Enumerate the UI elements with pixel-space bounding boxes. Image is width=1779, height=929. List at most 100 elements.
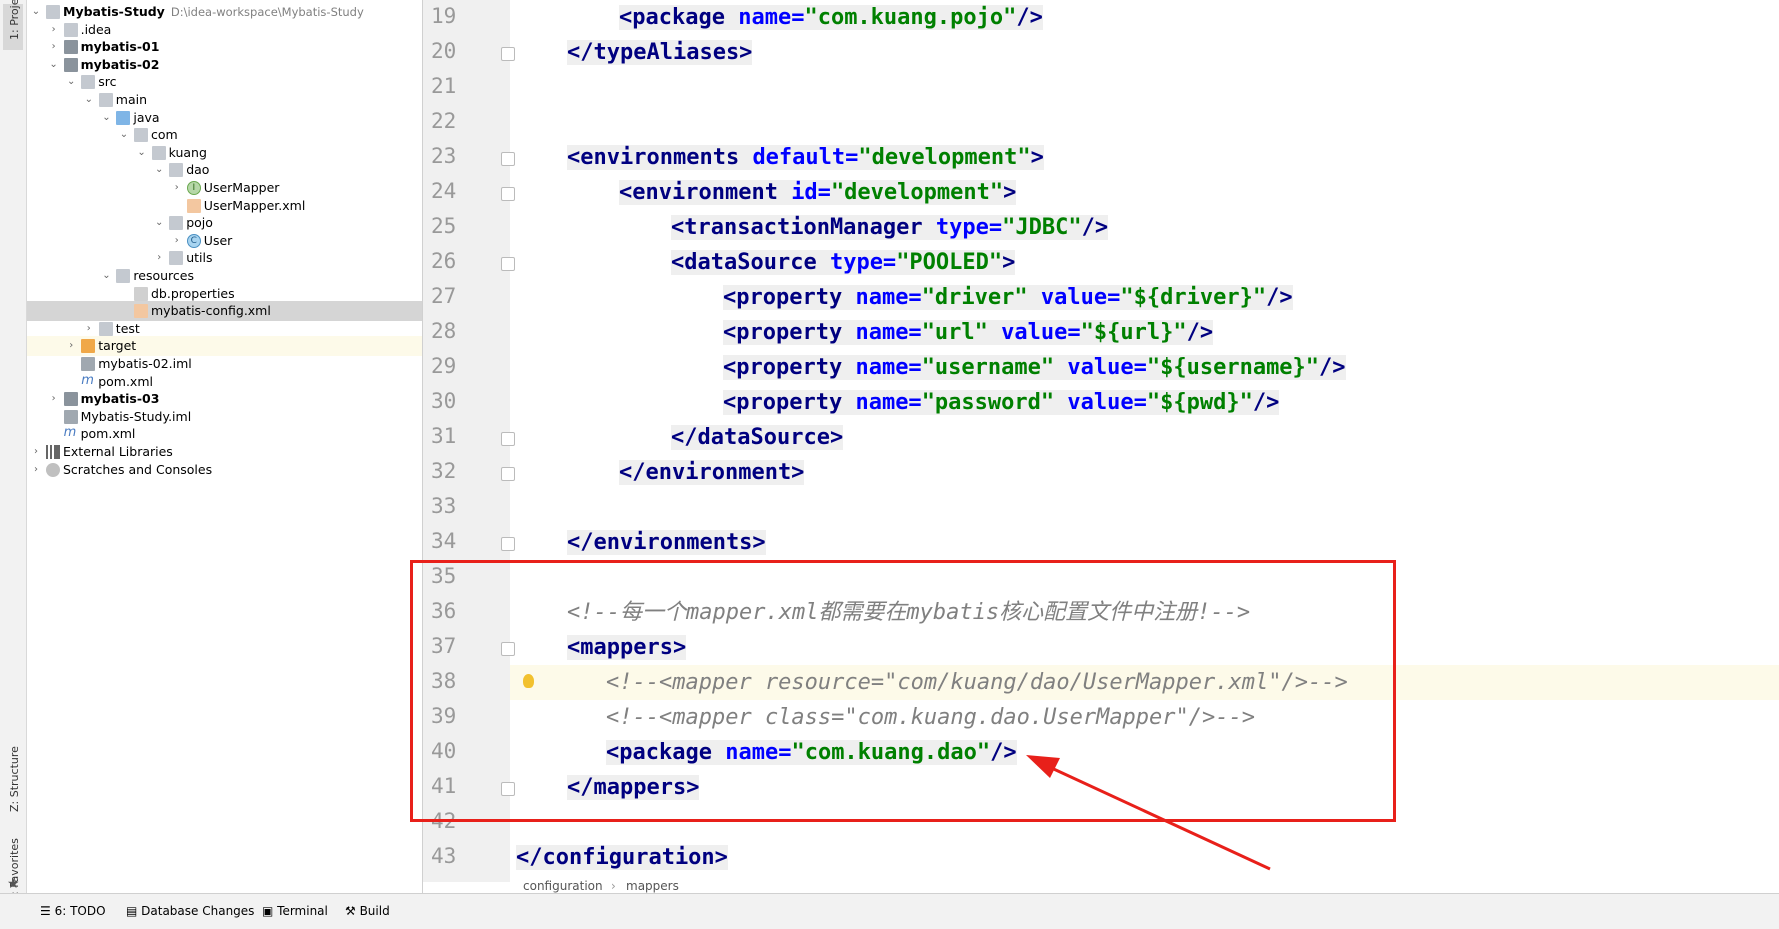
line-number: 28 (431, 319, 457, 343)
code-line[interactable]: <environments default="development"> (567, 140, 1044, 175)
code-token: name= (855, 390, 922, 415)
package-icon (169, 251, 184, 266)
bottom-tool-bar: ☰ 6: TODO ▤ Database Changes ▣ Terminal … (0, 893, 1779, 929)
code-line[interactable]: <property name="url" value="${url}"/> (723, 315, 1214, 350)
code-line[interactable]: </typeAliases> (567, 35, 753, 70)
code-token: name= (738, 5, 805, 30)
package-icon (169, 163, 184, 178)
code-token: "${pwd}" (1146, 390, 1253, 415)
left-tool-strip: 1: Project Z: Structure 2: Favorites ★ (0, 0, 27, 902)
chevron-right-icon: › (611, 879, 616, 893)
structure-tab-label[interactable]: Z: Structure (8, 746, 21, 812)
todo-tab[interactable]: ☰ 6: TODO (40, 904, 106, 918)
code-token: /> (1252, 390, 1280, 415)
code-token: /> (1081, 215, 1109, 240)
line-number: 26 (431, 249, 457, 273)
database-changes-tab[interactable]: ▤ Database Changes (126, 904, 254, 918)
folder-res-icon (116, 269, 131, 283)
class-icon: C (186, 233, 201, 248)
project-tab-label[interactable]: 1: Project (8, 0, 21, 40)
build-tab[interactable]: ⚒ Build (345, 904, 390, 918)
star-icon: ★ (7, 876, 20, 892)
code-line[interactable]: <environment id="development"> (619, 175, 1017, 210)
folder-icon (98, 321, 113, 336)
folder-icon (98, 93, 113, 107)
code-token: /> (1186, 320, 1214, 345)
code-line[interactable]: </configuration> (516, 840, 728, 875)
package-icon (169, 216, 184, 231)
code-token: name= (855, 285, 922, 310)
code-line[interactable]: <package name="com.kuang.pojo"/> (619, 0, 1043, 35)
code-token: "POOLED" (896, 250, 1003, 275)
maven-icon: m (63, 425, 77, 441)
code-token: name= (855, 355, 922, 380)
code-token: /> (1319, 355, 1346, 380)
code-token: <property (723, 355, 856, 380)
code-line[interactable]: <dataSource type="POOLED"> (671, 245, 1016, 280)
folder-blue-icon (116, 110, 131, 125)
code-line[interactable]: </environments> (567, 525, 766, 560)
line-number: 29 (431, 354, 457, 378)
iml-icon (63, 409, 78, 424)
code-line[interactable]: <transactionManager type="JDBC"/> (671, 210, 1109, 245)
iml-icon (81, 357, 96, 371)
code-token: > (1003, 180, 1017, 205)
code-token: </environment> (619, 460, 805, 485)
code-token: type= (935, 215, 1003, 240)
fold-marker-icon[interactable] (501, 257, 515, 271)
code-line[interactable]: </dataSource> (671, 420, 844, 455)
package-icon (134, 128, 148, 143)
folder-icon (81, 75, 96, 90)
fold-marker-icon[interactable] (501, 47, 515, 61)
code-token: value= (1054, 390, 1147, 415)
interface-icon: I (186, 181, 201, 195)
package-icon (151, 145, 166, 160)
code-token: <property (723, 390, 856, 415)
code-token: name= (855, 320, 922, 345)
code-token: value= (1027, 285, 1121, 310)
chevron-right-icon[interactable]: › (31, 460, 41, 480)
code-token: /> (1016, 5, 1043, 30)
code-token: <environment (619, 180, 792, 205)
code-token: </typeAliases> (567, 40, 753, 65)
code-token: <environments (567, 145, 753, 170)
project-path: D:\idea-workspace\Mybatis-Study (170, 5, 364, 19)
module-icon (63, 40, 78, 55)
code-token: "development" (830, 180, 1004, 205)
line-number: 25 (431, 214, 457, 238)
code-token: "username" (921, 355, 1055, 380)
code-line[interactable]: </environment> (619, 455, 805, 490)
code-line[interactable]: <property name="username" value="${usern… (723, 350, 1346, 385)
tree-item-label: Scratches and Consoles (63, 461, 213, 477)
code-line[interactable]: <property name="driver" value="${driver}… (723, 280, 1293, 315)
line-number: 19 (431, 4, 457, 28)
fold-marker-icon[interactable] (501, 467, 515, 481)
breadcrumb: configuration › mappers (423, 879, 1779, 893)
folder-icon (63, 22, 78, 37)
fold-marker-icon[interactable] (501, 152, 515, 166)
module-icon (63, 392, 78, 407)
line-number: 27 (431, 284, 457, 308)
properties-icon (134, 286, 148, 301)
code-token: type= (829, 250, 897, 275)
line-number: 33 (431, 494, 457, 518)
module-icon (63, 57, 78, 72)
line-number: 43 (431, 844, 457, 868)
code-token: </dataSource> (671, 425, 844, 450)
fold-marker-icon[interactable] (501, 432, 515, 446)
terminal-tab[interactable]: ▣ Terminal (262, 904, 328, 918)
code-token: default= (752, 145, 859, 170)
code-token: /> (1266, 285, 1293, 310)
line-number: 21 (431, 74, 457, 98)
breadcrumb-item-mappers[interactable]: mappers (626, 879, 679, 893)
project-tree-panel: ⌄ Mybatis-Study D:\idea-workspace\Mybatis-… (27, 0, 423, 893)
code-token: "password" (921, 390, 1055, 415)
line-number: 31 (431, 424, 457, 448)
line-number: 32 (431, 459, 457, 483)
tree-item[interactable]: › Scratches and Consoles (27, 460, 422, 480)
fold-marker-icon[interactable] (501, 187, 515, 201)
fold-marker-icon[interactable] (501, 537, 515, 551)
code-token: "JDBC" (1002, 215, 1082, 240)
breadcrumb-item-configuration[interactable]: configuration (523, 879, 603, 893)
code-line[interactable]: <property name="password" value="${pwd}"… (723, 385, 1280, 420)
